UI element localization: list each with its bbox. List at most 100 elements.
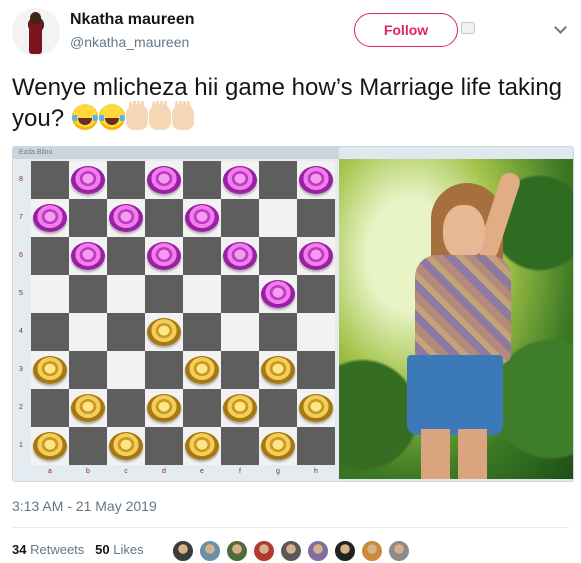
liker-avatar[interactable] [253,540,275,562]
face-with-tears-of-joy-icon [98,104,125,130]
board-square [183,389,221,427]
divider [12,527,569,528]
pink-checker-piece [185,204,219,232]
raised-hand-icon [148,101,171,130]
gold-checker-piece [33,356,67,384]
tweet-timestamp[interactable]: 3:13 AM - 21 May 2019 [12,498,157,514]
liker-avatar[interactable] [361,540,383,562]
rank-label: 5 [19,290,23,297]
rank-label: 2 [19,404,23,411]
liker-avatar[interactable] [226,540,248,562]
liker-avatar[interactable] [172,540,194,562]
file-label: c [124,468,128,475]
pink-checker-piece [223,166,257,194]
user-name[interactable]: Nkatha maureen [70,11,195,29]
board-square [297,313,335,351]
board-square [259,389,297,427]
board-square [107,275,145,313]
likes-count[interactable]: 50 [95,542,109,557]
board-square [107,161,145,199]
rank-label: 7 [19,214,23,221]
board-square [259,161,297,199]
board-square [69,427,107,465]
board-square [221,275,259,313]
board-square [145,351,183,389]
board-square [297,199,335,237]
board-square [297,427,335,465]
board-square [145,427,183,465]
tweet-text: Wenye mlicheza hii game how’s Marriage l… [12,72,572,134]
notification-icon[interactable] [461,22,475,34]
liker-avatar[interactable] [199,540,221,562]
board-square [297,275,335,313]
board-square [69,351,107,389]
gold-checker-piece [299,394,333,422]
follow-button[interactable]: Follow [354,13,458,47]
file-label: d [162,468,166,475]
board-square [31,275,69,313]
gold-checker-piece [185,356,219,384]
tweet-image[interactable]: Ezda Bilou 8 7 6 5 4 3 2 1 a b c d e f g h [12,146,574,482]
board-square [145,199,183,237]
liker-avatar[interactable] [334,540,356,562]
board-square [221,313,259,351]
face-with-tears-of-joy-icon [71,104,98,130]
board-square [107,389,145,427]
pink-checker-piece [71,242,105,270]
board-square [259,199,297,237]
pink-checker-piece [109,204,143,232]
board-square [69,275,107,313]
pink-checker-piece [261,280,295,308]
file-label: h [314,468,318,475]
checkers-board [31,161,335,465]
likes-label[interactable]: Likes [113,542,143,557]
file-label: e [200,468,204,475]
board-square [31,313,69,351]
board-square [259,237,297,275]
board-square [69,313,107,351]
retweets-count[interactable]: 34 [12,542,26,557]
avatar[interactable] [12,8,60,56]
rank-label: 1 [19,442,23,449]
liker-avatar[interactable] [388,540,410,562]
board-square [31,237,69,275]
file-label: b [86,468,90,475]
rank-label: 6 [19,252,23,259]
user-handle[interactable]: @nkatha_maureen [70,34,189,50]
board-square [107,313,145,351]
pink-checker-piece [223,242,257,270]
model-photo [339,159,573,479]
gold-checker-piece [71,394,105,422]
gold-checker-piece [147,394,181,422]
retweets-label[interactable]: Retweets [30,542,84,557]
gold-checker-piece [261,356,295,384]
board-header: Ezda Bilou [13,147,339,159]
board-square [107,237,145,275]
gold-checker-piece [261,432,295,460]
board-square [221,199,259,237]
rank-label: 3 [19,366,23,373]
file-label: g [276,468,280,475]
raised-hand-icon [171,101,194,130]
checkers-board-panel: Ezda Bilou 8 7 6 5 4 3 2 1 a b c d e f g h [13,147,339,481]
gold-checker-piece [147,318,181,346]
raised-hand-icon [125,101,148,130]
board-square [145,275,183,313]
gold-checker-piece [109,432,143,460]
liker-avatar[interactable] [307,540,329,562]
board-square [259,313,297,351]
pink-checker-piece [299,166,333,194]
pink-checker-piece [33,204,67,232]
tweet-stats: 34 Retweets 50 Likes [12,542,144,557]
tweet-header: Nkatha maureen @nkatha_maureen Follow [0,0,581,64]
liker-avatar[interactable] [280,540,302,562]
chevron-down-icon[interactable] [554,21,567,34]
gold-checker-piece [33,432,67,460]
board-square [69,199,107,237]
pink-checker-piece [147,242,181,270]
board-square [297,351,335,389]
board-square [183,275,221,313]
board-square [183,237,221,275]
board-square [183,313,221,351]
file-label: f [239,468,241,475]
